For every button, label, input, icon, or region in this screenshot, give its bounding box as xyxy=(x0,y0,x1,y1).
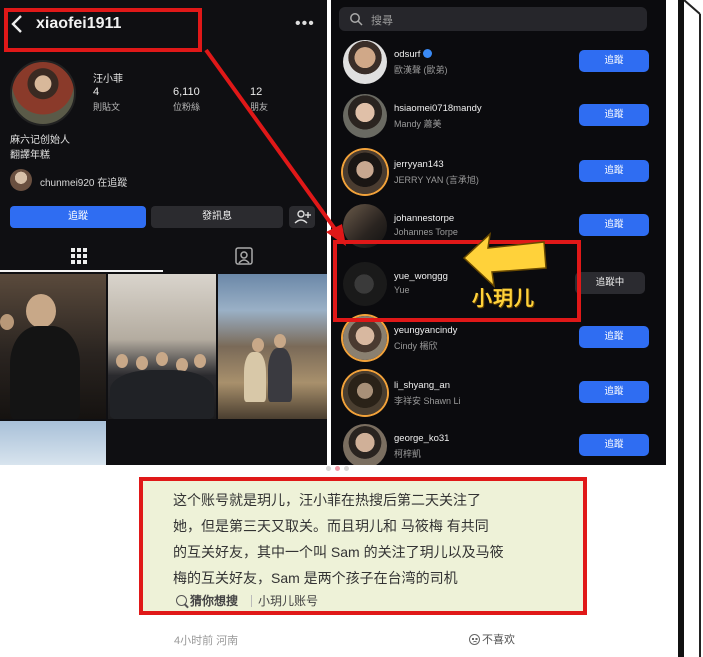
more-options-icon[interactable]: ••• xyxy=(295,15,315,33)
highlight-box-username xyxy=(4,8,202,52)
row-follow-button[interactable]: 追蹤 xyxy=(579,50,649,72)
row-following-button[interactable]: 追蹤中 xyxy=(575,272,645,294)
mutual-follower-avatar[interactable] xyxy=(10,169,32,191)
stat-posts-count: 4 xyxy=(93,86,100,98)
guess-search-keyword[interactable]: 小玥儿账号 xyxy=(258,592,318,610)
row-follow-button[interactable]: 追蹤 xyxy=(579,434,649,456)
following-row[interactable]: li_shyang_an 李祥安 Shawn Li 追蹤 xyxy=(331,367,666,419)
posts-grid-tab-icon[interactable] xyxy=(68,245,90,267)
tag-divider xyxy=(251,595,252,607)
search-icon xyxy=(176,595,187,606)
profile-display-name: 汪小菲 xyxy=(93,74,123,85)
yellow-pointer-arrow-icon xyxy=(462,232,547,288)
stat-posts-label: 則貼文 xyxy=(93,102,121,112)
bio-line-1: 麻六记创始人 xyxy=(10,135,70,146)
stat-followers[interactable]: 6,110 位粉絲 xyxy=(173,86,200,113)
guess-search-tag[interactable]: 猜你想搜 xyxy=(172,592,244,610)
annotation-label: 小玥儿 xyxy=(472,288,535,310)
stat-friends[interactable]: 12 朋友 xyxy=(250,86,268,113)
image-pagination-dots xyxy=(326,466,356,472)
row-username[interactable]: hsiaomei0718mandy xyxy=(394,103,482,114)
following-row[interactable]: hsiaomei0718mandy Mandy 蕭美 追蹤 xyxy=(331,90,666,142)
row-avatar[interactable] xyxy=(343,40,387,84)
profile-screen: xiaofei1911 ••• 汪小菲 4 則貼文 6,110 位粉絲 12 朋… xyxy=(0,0,327,465)
post-empty-slot-1 xyxy=(108,421,216,465)
row-fullname: 李祥安 Shawn Li xyxy=(394,396,461,406)
stat-followers-count: 6,110 xyxy=(173,86,200,98)
tagged-tab-icon[interactable] xyxy=(233,245,255,267)
caption-line-1: 这个账号就是玥儿，汪小菲在热搜后第二天关注了 xyxy=(173,492,481,508)
pagination-dot xyxy=(326,466,331,471)
row-username[interactable]: li_shyang_an xyxy=(394,380,450,391)
stat-followers-label: 位粉絲 xyxy=(173,102,201,112)
row-avatar[interactable] xyxy=(343,424,387,465)
row-fullname: JERRY YAN (言承旭) xyxy=(394,175,479,185)
mutual-follower-text[interactable]: chunmei920 在追蹤 xyxy=(40,174,127,189)
caption-line-2: 她，但是第三天又取关。而且玥儿和 马筱梅 有共同 xyxy=(173,518,489,534)
active-tab-indicator xyxy=(0,270,163,272)
guess-search-label: 猜你想搜 xyxy=(190,594,239,608)
row-avatar[interactable] xyxy=(343,94,387,138)
post-photo-2[interactable] xyxy=(108,274,216,419)
row-avatar[interactable] xyxy=(343,316,387,360)
stat-posts[interactable]: 4 則貼文 xyxy=(93,86,120,113)
add-user-icon xyxy=(294,210,311,224)
row-follow-button[interactable]: 追蹤 xyxy=(579,160,649,182)
following-search-input[interactable]: 搜尋 xyxy=(339,7,647,31)
row-follow-button[interactable]: 追蹤 xyxy=(579,326,649,348)
post-time-location: 4小时前 河南 xyxy=(174,635,239,647)
row-fullname: Cindy 楊欣 xyxy=(394,341,438,351)
add-user-button[interactable] xyxy=(289,206,315,228)
verified-badge-icon xyxy=(423,49,433,58)
pagination-dot-active xyxy=(335,466,340,471)
following-row[interactable]: george_ko31 柯梓凱 追蹤 xyxy=(331,420,666,465)
caption-line-3: 的互关好友，其中一个叫 Sam 的关注了玥儿以及马筱 xyxy=(173,544,504,560)
caption-box: 这个账号就是玥儿，汪小菲在热搜后第二天关注了 她，但是第三天又取关。而且玥儿和 … xyxy=(139,477,587,615)
row-fullname: Mandy 蕭美 xyxy=(394,119,442,129)
row-follow-button[interactable]: 追蹤 xyxy=(579,381,649,403)
row-fullname: 柯梓凱 xyxy=(394,449,422,459)
row-follow-button[interactable]: 追蹤 xyxy=(579,214,649,236)
search-icon xyxy=(350,13,363,26)
follow-button[interactable]: 追蹤 xyxy=(10,206,146,228)
post-empty-slot-2 xyxy=(218,421,327,465)
search-placeholder: 搜尋 xyxy=(371,15,393,27)
dislike-label: 不喜欢 xyxy=(482,634,515,646)
row-avatar[interactable] xyxy=(343,371,387,415)
row-avatar[interactable] xyxy=(343,150,387,194)
caption-line-4: 梅的互关好友，Sam 是两个孩子在台湾的司机 xyxy=(173,570,458,586)
pagination-dot xyxy=(344,466,349,471)
post-photo-4[interactable] xyxy=(0,421,106,465)
following-row[interactable]: odsurf 歐漢聲 (歐弟) 追蹤 xyxy=(331,36,666,88)
post-photo-3[interactable] xyxy=(218,274,327,419)
row-fullname: 歐漢聲 (歐弟) xyxy=(394,65,448,75)
stat-friends-count: 12 xyxy=(250,86,263,98)
bio-line-2: 翻譯年糕 xyxy=(10,150,50,161)
row-username[interactable]: george_ko31 xyxy=(394,433,449,444)
dislike-button[interactable]: 不喜欢 xyxy=(469,631,515,647)
row-username-text: odsurf xyxy=(394,49,421,60)
profile-avatar[interactable] xyxy=(10,60,76,126)
edge-border-thin xyxy=(699,14,701,657)
stat-friends-label: 朋友 xyxy=(250,102,269,112)
frown-face-icon xyxy=(469,634,480,645)
message-button[interactable]: 發訊息 xyxy=(151,206,283,228)
post-photo-1[interactable] xyxy=(0,274,106,419)
caption-text: 这个账号就是玥儿，汪小菲在热搜后第二天关注了 她，但是第三天又取关。而且玥儿和 … xyxy=(173,487,553,591)
row-username[interactable]: yeungyancindy xyxy=(394,325,457,336)
row-username[interactable]: jerryyan143 xyxy=(394,159,444,170)
edge-corner-line xyxy=(684,0,701,15)
edge-border-thick xyxy=(678,0,684,657)
row-username[interactable]: johannestorpe xyxy=(394,213,454,224)
row-fullname: Johannes Torpe xyxy=(394,227,458,237)
following-row[interactable]: jerryyan143 JERRY YAN (言承旭) 追蹤 xyxy=(331,146,666,198)
row-username[interactable]: odsurf xyxy=(394,49,433,60)
row-follow-button[interactable]: 追蹤 xyxy=(579,104,649,126)
